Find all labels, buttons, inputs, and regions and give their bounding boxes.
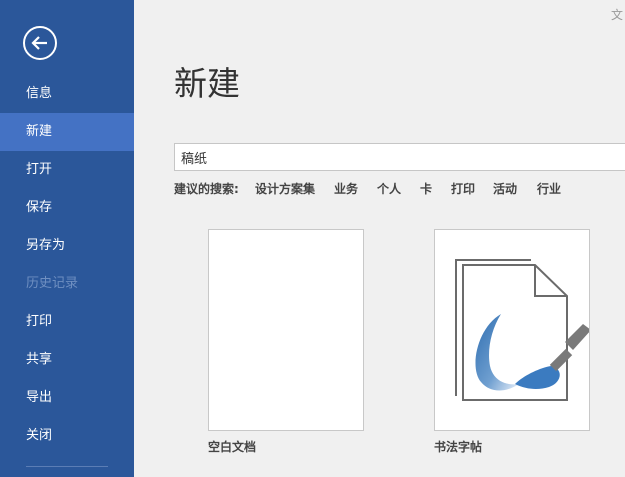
suggested-search-link[interactable]: 活动 <box>493 180 517 197</box>
backstage-sidebar: 信息 新建 打开 保存 另存为 历史记录 打印 共享 导出 关闭 <box>0 0 134 477</box>
sidebar-item-save[interactable]: 保存 <box>0 189 134 227</box>
window-title-fragment: 文 <box>611 8 624 22</box>
template-label: 空白文档 <box>208 440 257 454</box>
sidebar-item-close[interactable]: 关闭 <box>0 417 134 455</box>
back-button[interactable] <box>23 26 57 60</box>
template-search-input[interactable] <box>181 144 621 170</box>
sidebar-item-new[interactable]: 新建 <box>0 113 134 151</box>
suggested-search-link[interactable]: 行业 <box>537 180 561 197</box>
calligraphy-document-icon <box>455 259 591 401</box>
suggested-search-link[interactable]: 设计方案集 <box>255 180 315 197</box>
sidebar-item-share[interactable]: 共享 <box>0 341 134 379</box>
template-search-box[interactable] <box>174 143 625 171</box>
suggested-search-link[interactable]: 个人 <box>377 180 401 197</box>
back-arrow-icon <box>31 36 47 50</box>
sidebar-item-export[interactable]: 导出 <box>0 379 134 417</box>
template-blank-document[interactable] <box>208 229 364 431</box>
template-label: 书法字帖 <box>434 440 483 454</box>
sidebar-item-info[interactable]: 信息 <box>0 75 134 113</box>
suggested-search-link[interactable]: 卡 <box>420 180 432 197</box>
page-title: 新建 <box>174 64 240 103</box>
sidebar-item-open[interactable]: 打开 <box>0 151 134 189</box>
suggested-search-link[interactable]: 打印 <box>451 180 475 197</box>
template-calligraphy[interactable] <box>434 229 591 431</box>
sidebar-divider <box>26 466 108 467</box>
suggested-searches-label: 建议的搜索: <box>174 182 239 196</box>
sidebar-item-history: 历史记录 <box>26 276 79 291</box>
sidebar-item-save-as[interactable]: 另存为 <box>0 227 134 265</box>
suggested-search-link[interactable]: 业务 <box>334 180 358 197</box>
blank-document-thumbnail <box>209 230 363 430</box>
sidebar-item-print[interactable]: 打印 <box>0 303 134 341</box>
